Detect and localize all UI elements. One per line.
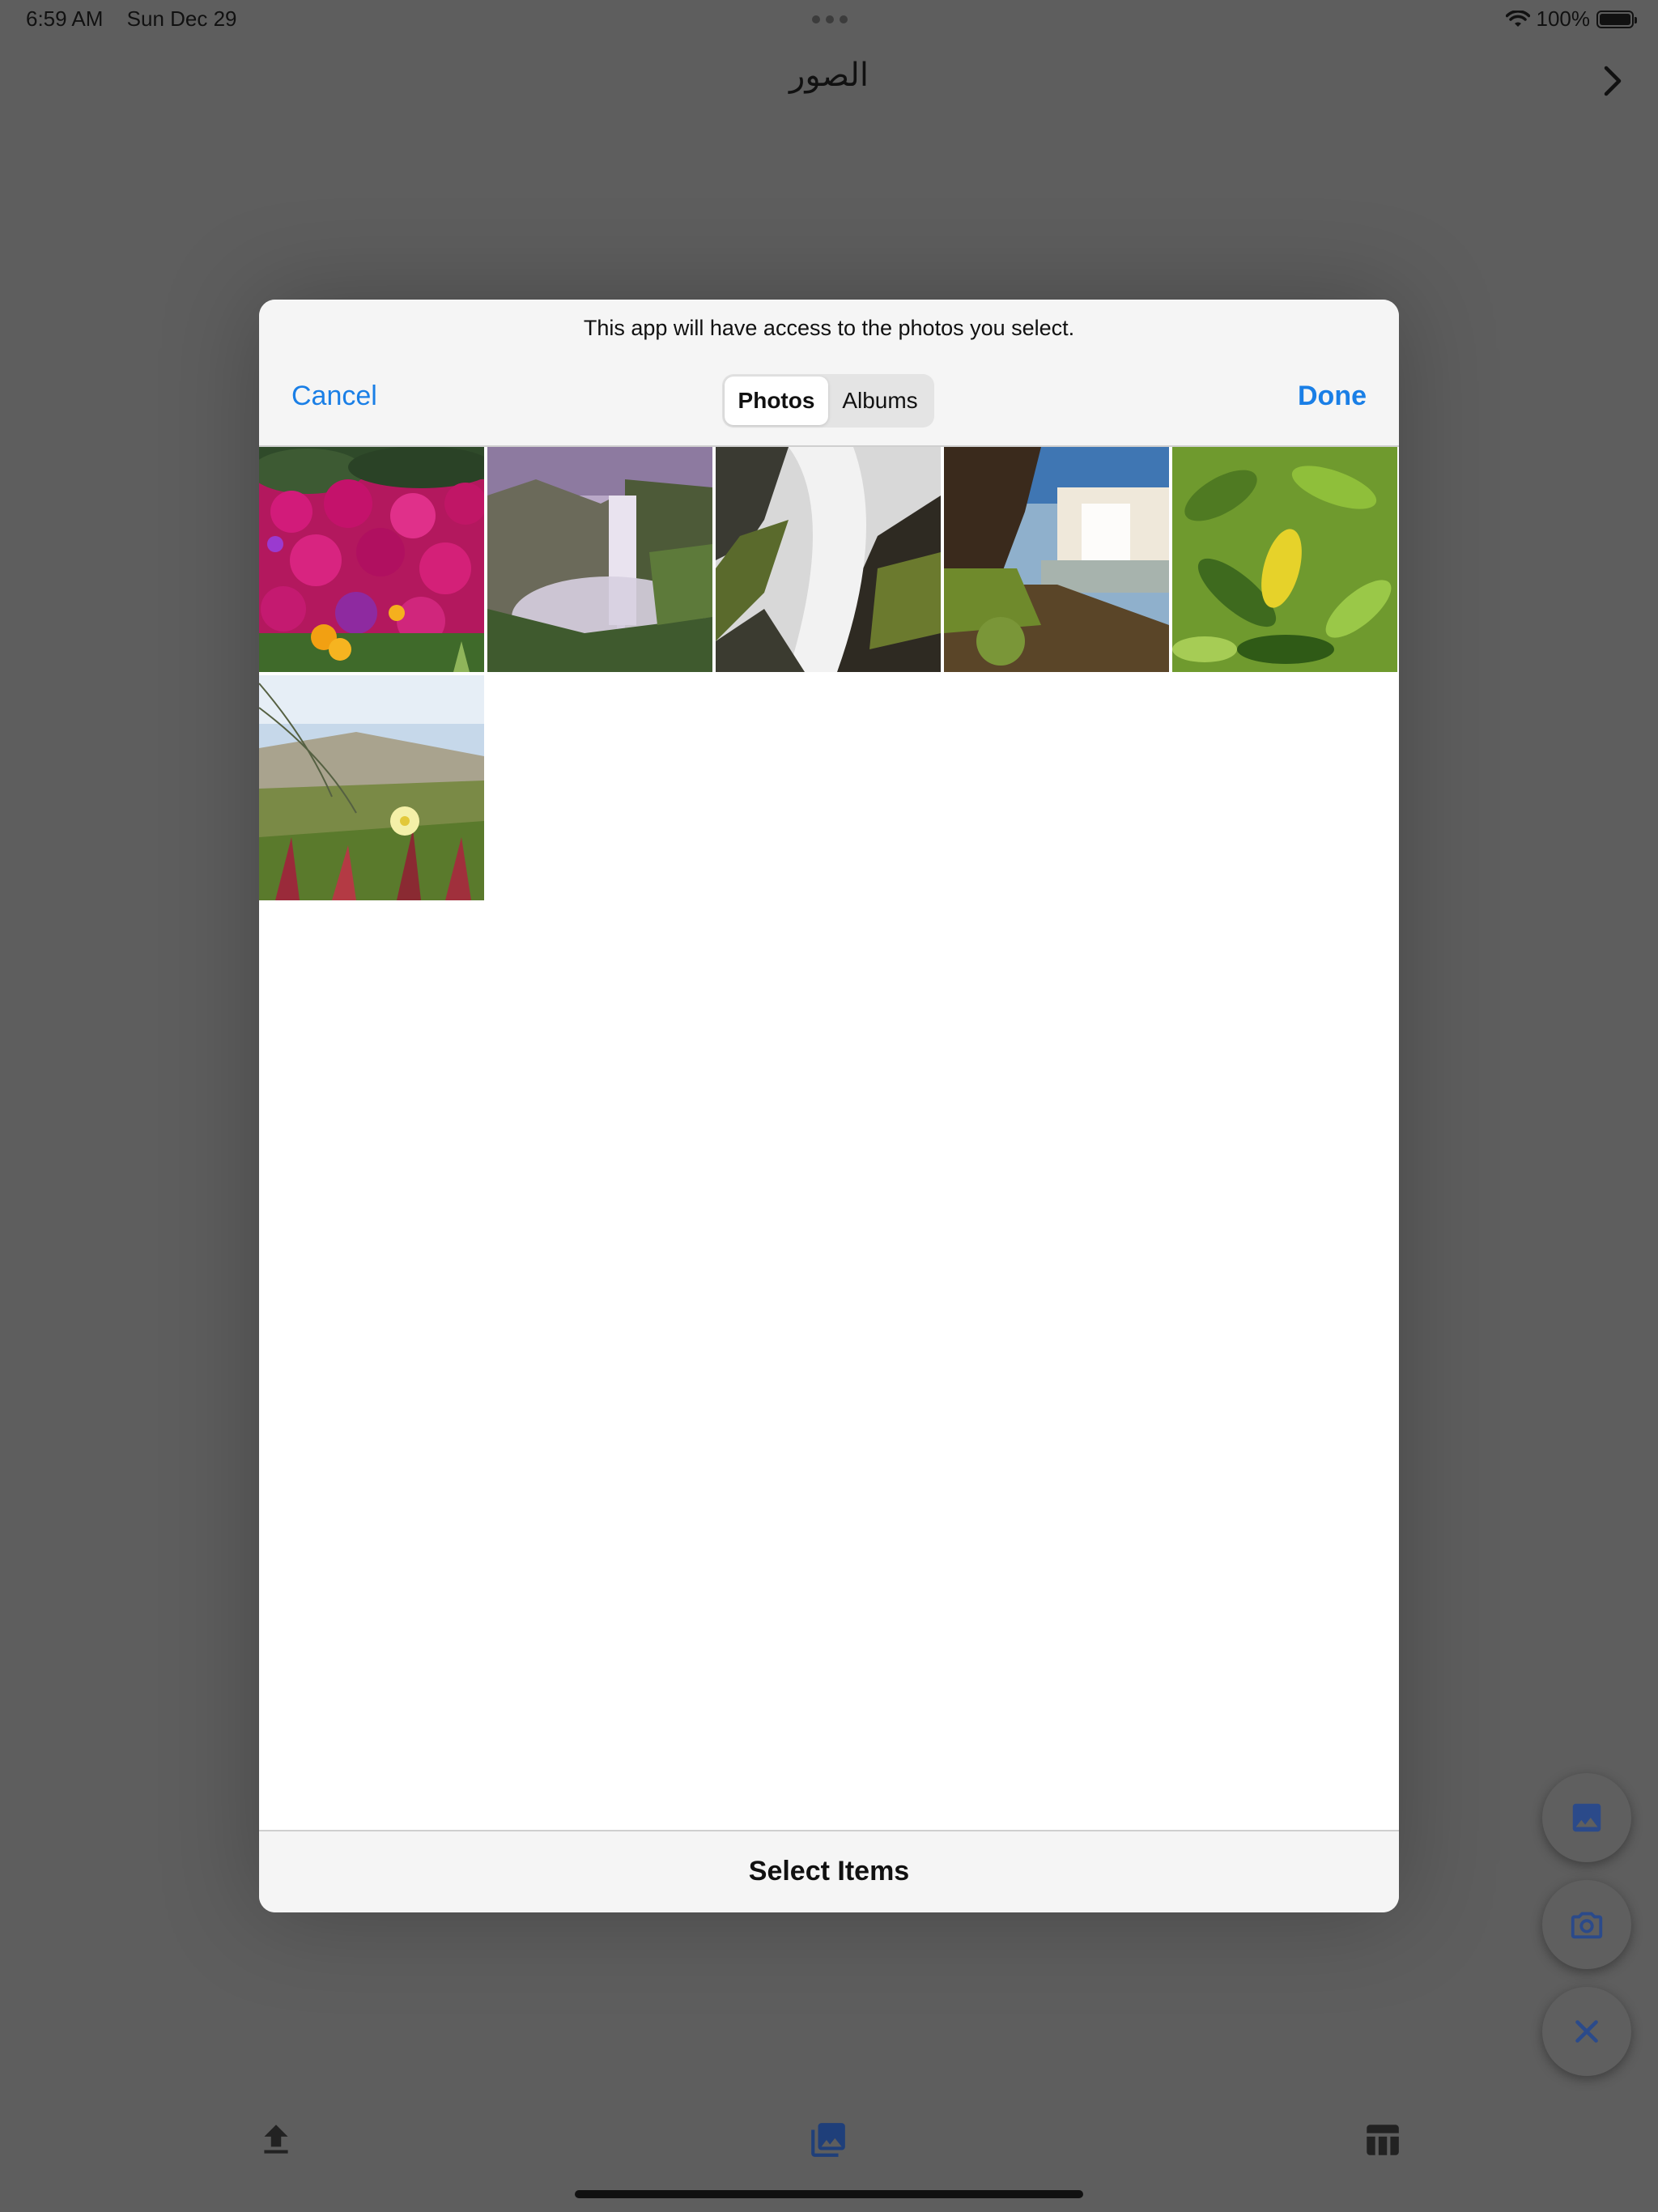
photo-thumbnail-waterfall-rocks[interactable] bbox=[716, 447, 941, 672]
pick-image-button[interactable] bbox=[1542, 1773, 1631, 1862]
tab-albums[interactable]: Albums bbox=[828, 376, 932, 425]
cancel-button[interactable]: Cancel bbox=[291, 381, 377, 412]
battery-icon bbox=[1596, 10, 1637, 28]
photo-thumbnail-dune-flower[interactable] bbox=[259, 675, 484, 900]
status-bar-left: 6:59 AM Sun Dec 29 bbox=[26, 6, 255, 32]
access-note: This app will have access to the photos … bbox=[583, 316, 1075, 340]
close-icon bbox=[1575, 2020, 1598, 2043]
battery-percent: 100% bbox=[1536, 6, 1591, 31]
photo-thumbnail-pink-flowers[interactable] bbox=[259, 447, 484, 672]
take-photo-button[interactable] bbox=[1542, 1880, 1631, 1969]
wifi-icon bbox=[1505, 10, 1530, 27]
home-indicator[interactable] bbox=[575, 2190, 1083, 2198]
close-menu-button[interactable] bbox=[1542, 1987, 1631, 2076]
photo-thumbnail-green-leaves[interactable] bbox=[1172, 447, 1397, 672]
photo-thumbnail-waterfall-mist[interactable] bbox=[487, 447, 712, 672]
photos-albums-segmented-control: Photos Albums bbox=[722, 374, 934, 428]
photo-thumbnail-waterfall-cliff[interactable] bbox=[944, 447, 1169, 672]
tab-photos[interactable]: Photos bbox=[725, 376, 828, 425]
chevron-right-icon[interactable] bbox=[1595, 63, 1630, 99]
table-icon[interactable] bbox=[1362, 2120, 1402, 2160]
status-date: Sun Dec 29 bbox=[126, 6, 237, 31]
image-icon bbox=[1572, 1803, 1601, 1832]
page-title: الصور bbox=[789, 57, 869, 94]
picker-footer: Select Items bbox=[259, 1830, 1399, 1912]
status-time: 6:59 AM bbox=[26, 6, 104, 31]
upload-icon[interactable] bbox=[256, 2120, 296, 2160]
multitasking-dots[interactable] bbox=[812, 15, 848, 23]
picker-header: This app will have access to the photos … bbox=[259, 300, 1399, 447]
select-items-button[interactable]: Select Items bbox=[259, 1856, 1399, 1887]
done-button[interactable]: Done bbox=[1298, 381, 1367, 412]
gallery-icon[interactable] bbox=[808, 2120, 848, 2160]
camera-icon bbox=[1571, 1912, 1603, 1939]
status-bar-right: 100% bbox=[1505, 6, 1637, 32]
photo-picker-sheet: This app will have access to the photos … bbox=[259, 300, 1399, 1912]
